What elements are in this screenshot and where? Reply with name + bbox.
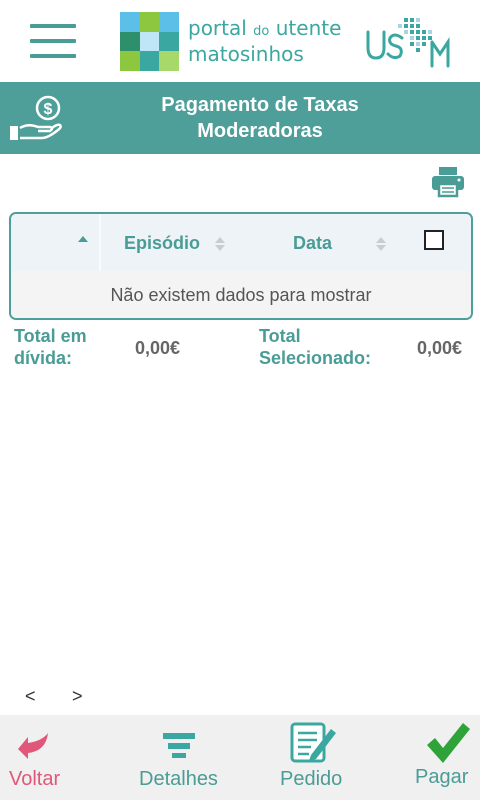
header-divider	[99, 214, 101, 271]
sort-ascending-icon	[78, 236, 88, 242]
details-button-label: Detalhes	[139, 768, 218, 790]
details-list-icon	[163, 733, 195, 758]
column-header-data[interactable]: Data	[293, 233, 332, 254]
portal-logo-text: portal do utente matosinhos	[188, 17, 341, 65]
request-button-label: Pedido	[280, 768, 343, 790]
sort-icon-data[interactable]	[376, 237, 386, 251]
details-button[interactable]: Detalhes	[130, 715, 240, 800]
svg-text:$: $	[44, 101, 53, 118]
hamburger-menu-icon[interactable]	[30, 24, 76, 58]
empty-table-message: Não existem dados para mostrar	[11, 271, 471, 318]
column-header-episodio[interactable]: Episódio	[124, 233, 200, 254]
hand-money-icon: $	[10, 95, 62, 140]
back-arrow-icon	[18, 733, 48, 759]
total-debt-label-line1: Total em	[14, 326, 87, 346]
select-all-checkbox[interactable]	[424, 230, 444, 250]
back-button[interactable]: Voltar	[0, 715, 110, 800]
usm-logo	[366, 18, 450, 68]
logo-word-do: do	[253, 24, 270, 39]
logo-word-portal: portal	[188, 16, 247, 40]
total-selected-value: 0,00€	[417, 338, 463, 358]
table-header: Episódio Data	[11, 214, 471, 271]
total-debt-label: Total em dívida:	[14, 325, 87, 369]
checkmark-icon	[427, 723, 470, 763]
fees-table: Episódio Data Não existem dados para mos…	[9, 212, 473, 320]
request-button[interactable]: Pedido	[270, 715, 370, 800]
pay-button-label: Pagar	[415, 766, 469, 788]
logo-word-utente: utente	[275, 16, 342, 40]
sort-column-header[interactable]	[11, 214, 99, 271]
total-debt-label-line2: dívida:	[14, 348, 73, 368]
total-selected-label: Total Selecionado:	[259, 325, 371, 369]
sort-icon-episodio[interactable]	[215, 237, 225, 251]
pager-prev-button[interactable]: <	[25, 686, 36, 707]
pager-next-button[interactable]: >	[72, 686, 83, 707]
total-selected-label-line2: Selecionado:	[259, 348, 372, 368]
page-title-line2: Moderadoras	[197, 120, 323, 142]
pay-button[interactable]: Pagar	[405, 715, 480, 800]
portal-logo-mosaic	[120, 12, 179, 71]
printer-icon[interactable]	[430, 166, 466, 198]
edit-document-icon	[290, 722, 336, 763]
total-debt-value: 0,00€	[135, 338, 181, 358]
page-title-line1: Pagamento de Taxas	[161, 94, 359, 116]
logo-word-matosinhos: matosinhos	[188, 42, 304, 66]
back-button-label: Voltar	[9, 768, 61, 790]
page-title: Pagamento de Taxas Moderadoras	[80, 92, 440, 144]
total-selected-label-line1: Total	[259, 326, 301, 346]
